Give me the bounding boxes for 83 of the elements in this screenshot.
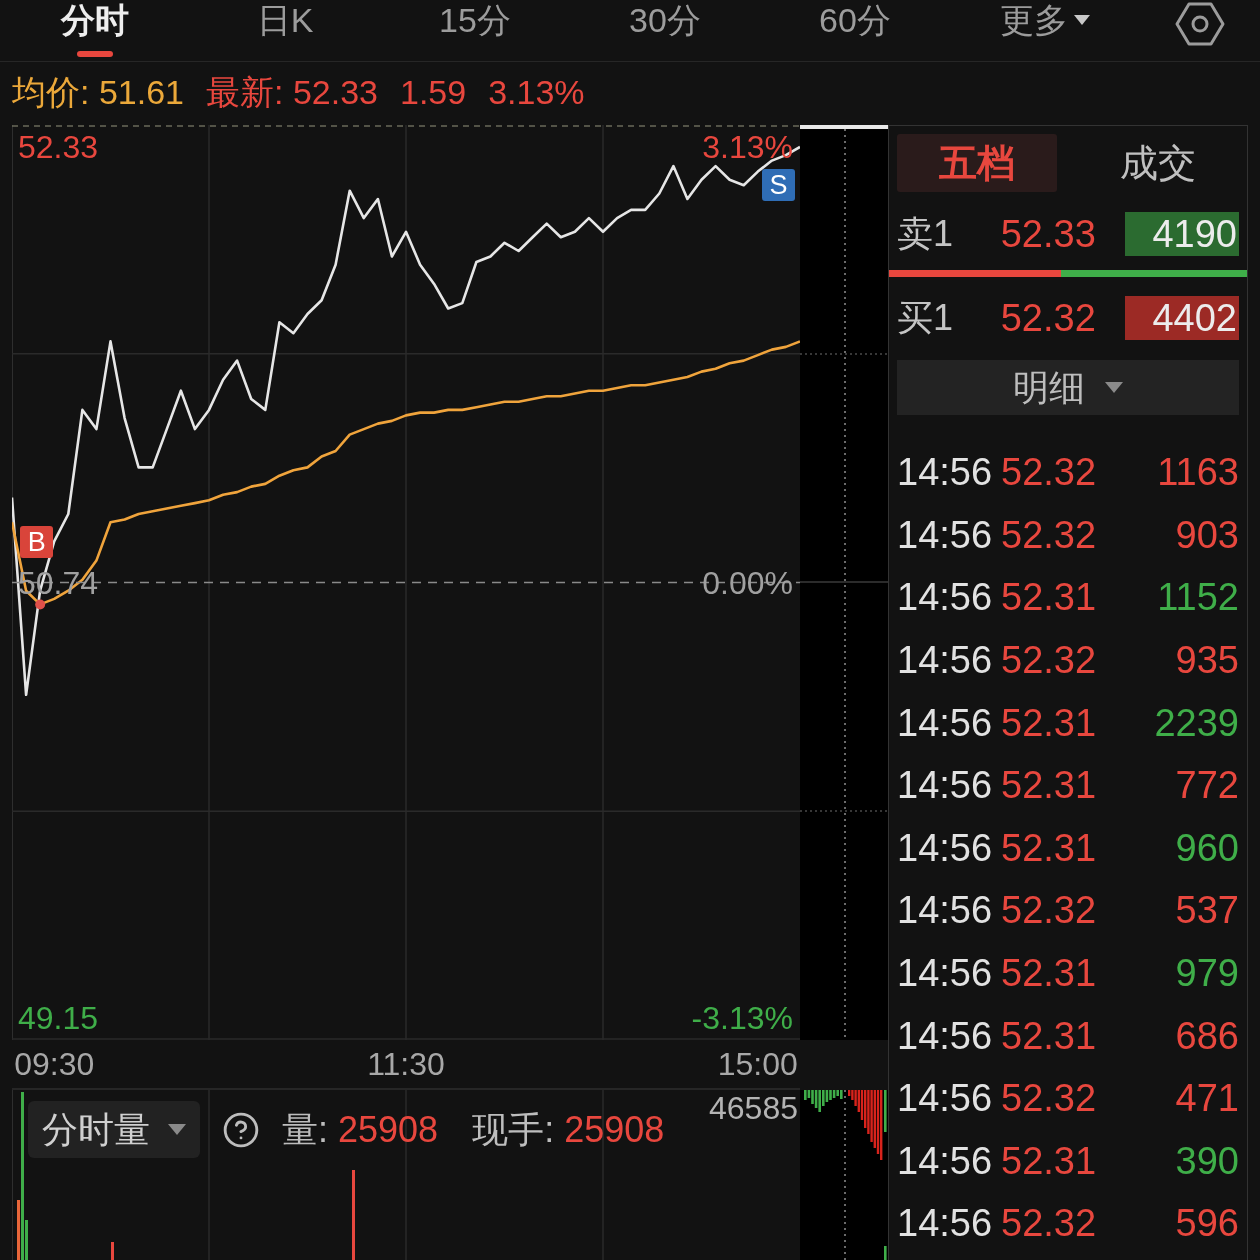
tab-underline <box>77 51 113 57</box>
price-axis-label: 52.33 <box>18 130 99 163</box>
trade-price: 52.31 <box>1001 700 1098 745</box>
trade-time: 14:56 <box>897 700 994 745</box>
trade-volume: 960 <box>1175 825 1239 870</box>
trade-time: 14:56 <box>897 1138 994 1183</box>
trade-volume: 935 <box>1175 638 1239 683</box>
trade-time: 14:56 <box>897 512 994 557</box>
trade-price: 52.31 <box>1001 1013 1098 1058</box>
trade-volume: 979 <box>1175 951 1239 996</box>
trade-price: 52.31 <box>1001 825 1098 870</box>
time-axis-label: 09:30 <box>14 1046 95 1082</box>
latest-price-text: 最新: 52.33 <box>206 72 378 112</box>
trade-point-icon <box>35 599 46 610</box>
period-tab[interactable]: 60分 <box>819 0 891 40</box>
order-book-tab[interactable]: 成交 <box>1120 134 1196 192</box>
trade-marker: B <box>20 526 54 559</box>
stat-label: 量: <box>282 1109 328 1150</box>
trade-price: 52.32 <box>1001 1201 1098 1246</box>
ask-label: 卖1 <box>897 214 955 254</box>
volume-bar <box>111 1242 114 1260</box>
trade-time: 14:56 <box>897 825 994 870</box>
more-menu-tab[interactable]: 更多 <box>1000 0 1090 40</box>
trade-price: 52.32 <box>1001 638 1098 683</box>
trade-time: 14:56 <box>897 763 994 808</box>
detail-dropdown[interactable]: 明细 <box>897 360 1239 415</box>
trade-volume: 1152 <box>1157 575 1239 620</box>
price-axis-label: 49.15 <box>18 1002 99 1035</box>
trade-time: 14:56 <box>897 575 994 620</box>
trade-marker: S <box>762 168 795 201</box>
settings-icon[interactable] <box>1175 2 1225 46</box>
trade-price: 52.32 <box>1001 888 1098 933</box>
stat-value: 25908 <box>564 1109 665 1150</box>
volume-max-label: 46585 <box>709 1090 798 1126</box>
trade-price: 52.32 <box>1001 1076 1098 1121</box>
caret-icon <box>168 1124 186 1135</box>
trade-volume: 772 <box>1175 763 1239 808</box>
stat-value: 25908 <box>338 1109 439 1150</box>
trade-volume: 2239 <box>1154 700 1239 745</box>
price-change-text: 1.59 <box>399 72 467 112</box>
volume-type-dropdown[interactable]: 分时量 <box>28 1101 200 1158</box>
bid-label: 买1 <box>897 298 955 338</box>
trade-volume: 903 <box>1175 512 1239 557</box>
caret-icon <box>1074 15 1090 25</box>
trade-volume: 1163 <box>1157 450 1239 495</box>
stat-label: 现手: <box>472 1109 555 1150</box>
trade-volume: 390 <box>1175 1138 1239 1183</box>
percent-axis-label: 3.13% <box>702 130 793 163</box>
trade-time: 14:56 <box>897 450 994 495</box>
bid-price: 52.32 <box>1000 296 1097 340</box>
trade-price: 52.31 <box>1001 763 1098 808</box>
trade-price: 52.31 <box>1001 1138 1098 1183</box>
time-axis-label: 11:30 <box>367 1046 445 1082</box>
trade-price: 52.32 <box>1001 450 1098 495</box>
bid-volume: 4402 <box>1125 296 1239 340</box>
order-book-tab[interactable]: 五档 <box>897 134 1057 192</box>
percent-change-text: 3.13% <box>488 72 585 112</box>
trade-time: 14:56 <box>897 638 994 683</box>
period-tab[interactable]: 15分 <box>439 0 511 40</box>
ask-price: 52.33 <box>1000 212 1097 256</box>
trade-time: 14:56 <box>897 1201 994 1246</box>
period-tab[interactable]: 分时 <box>61 0 129 57</box>
trade-volume: 596 <box>1175 1201 1239 1246</box>
trade-price: 52.32 <box>1001 512 1098 557</box>
trade-volume: 537 <box>1175 888 1239 933</box>
trade-volume: 471 <box>1175 1076 1239 1121</box>
help-icon[interactable] <box>222 1110 260 1149</box>
time-axis-label: 15:00 <box>717 1046 798 1082</box>
trade-price: 52.31 <box>1001 951 1098 996</box>
caret-icon <box>1105 382 1123 393</box>
percent-axis-label: -3.13% <box>691 1002 793 1035</box>
trade-time: 14:56 <box>897 888 994 933</box>
period-tab[interactable]: 日K <box>256 0 314 40</box>
strip-bar <box>884 1246 887 1260</box>
trade-time: 14:56 <box>897 951 994 996</box>
trade-time: 14:56 <box>897 1013 994 1058</box>
trade-volume: 686 <box>1175 1013 1239 1058</box>
trade-time: 14:56 <box>897 1076 994 1121</box>
percent-axis-label: 0.00% <box>702 566 793 599</box>
period-tab[interactable]: 30分 <box>629 0 701 40</box>
trade-price: 52.31 <box>1001 575 1098 620</box>
average-price-text: 均价: 51.61 <box>12 72 184 112</box>
ask-volume: 4190 <box>1125 212 1239 256</box>
